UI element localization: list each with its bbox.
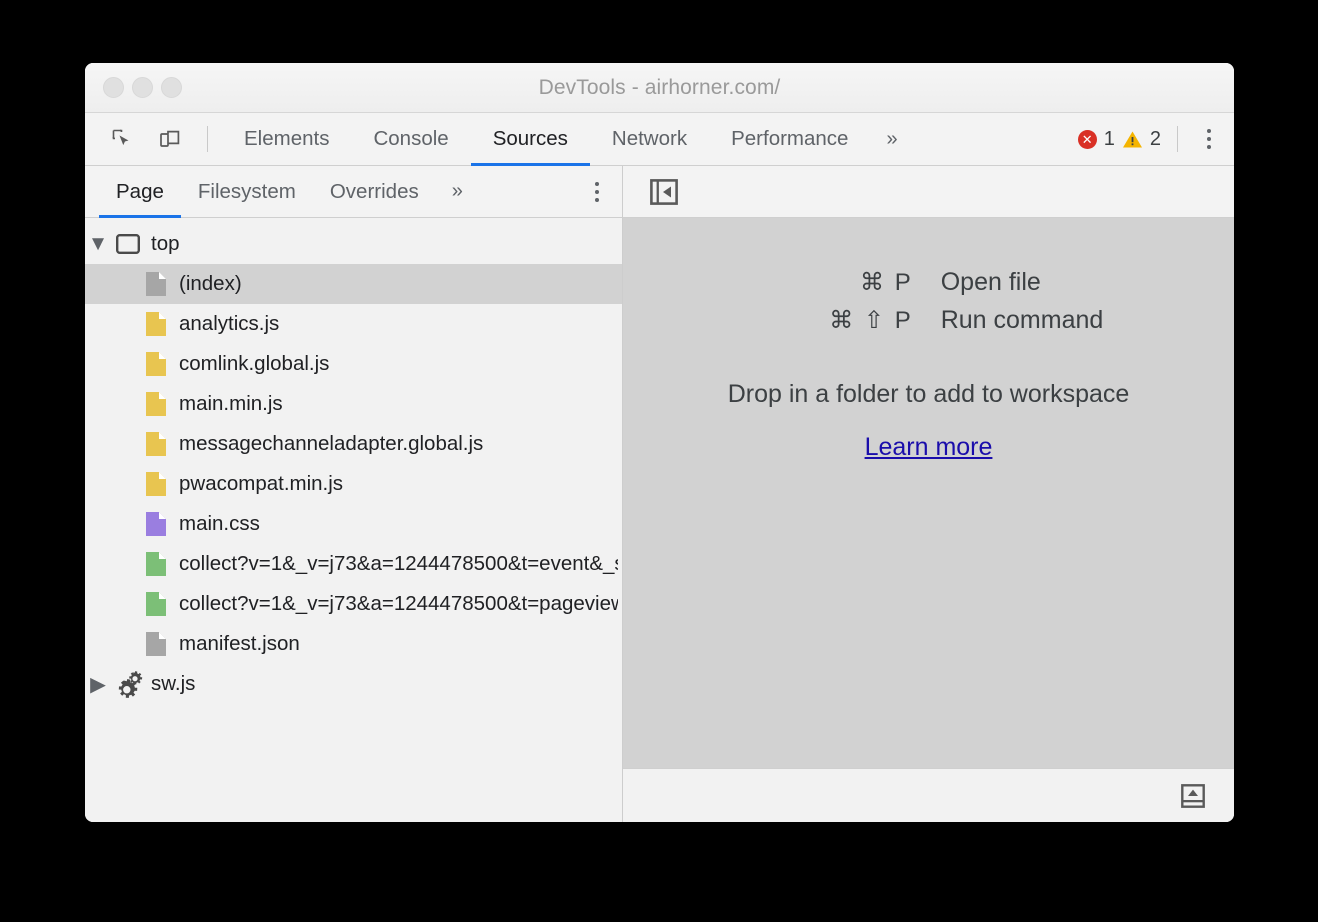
panel-body: Page Filesystem Overrides » ▼ top <box>85 166 1234 822</box>
tree-item-manifest-json[interactable]: manifest.json <box>85 624 622 664</box>
issue-counters[interactable]: ✕ 1 2 <box>1078 128 1161 151</box>
more-tabs-icon[interactable]: » <box>870 128 913 151</box>
tree-item-label: main.min.js <box>173 392 283 416</box>
xhr-green-icon <box>139 551 173 577</box>
editor-placeholder: ⌘ P Open file ⌘ ⇧ P Run command Drop in … <box>623 218 1234 768</box>
script-yellow-icon <box>139 351 173 377</box>
xhr-green-icon <box>139 591 173 617</box>
tab-elements[interactable]: Elements <box>222 113 351 166</box>
close-button[interactable] <box>103 77 124 98</box>
workspace-drop-hint: Drop in a folder to add to workspace <box>728 380 1130 409</box>
toolbar-divider-right <box>1177 126 1178 152</box>
script-yellow-icon <box>139 311 173 337</box>
toolbar-divider <box>207 126 208 152</box>
chevron-down-icon[interactable]: ▼ <box>85 232 111 256</box>
navigator-menu-icon[interactable] <box>580 172 614 212</box>
editor-toolbar <box>623 166 1234 218</box>
subtab-page[interactable]: Page <box>99 166 181 218</box>
tree-item-label: pwacompat.min.js <box>173 472 343 496</box>
editor-panel: ⌘ P Open file ⌘ ⇧ P Run command Drop in … <box>623 166 1234 822</box>
devtools-window: DevTools - airhorner.com/ Elements Conso… <box>85 63 1234 822</box>
tree-item-label: comlink.global.js <box>173 352 329 376</box>
stylesheet-purple-icon <box>139 511 173 537</box>
device-toolbar-icon[interactable] <box>151 120 189 158</box>
tree-item-label: analytics.js <box>173 312 279 336</box>
tab-network[interactable]: Network <box>590 113 709 166</box>
window-title: DevTools - airhorner.com/ <box>85 76 1234 100</box>
tree-item-collect-pageview[interactable]: collect?v=1&_v=j73&a=1244478500&t=pagevi… <box>85 584 622 624</box>
tab-console[interactable]: Console <box>351 113 470 166</box>
tree-item-label: collect?v=1&_v=j73&a=1244478500&t=event&… <box>173 552 618 576</box>
script-yellow-icon <box>139 431 173 457</box>
window-titlebar: DevTools - airhorner.com/ <box>85 63 1234 113</box>
shortcut-open-file: ⌘ P Open file <box>623 268 1234 297</box>
error-icon: ✕ <box>1078 130 1097 149</box>
tree-item-top[interactable]: ▼ top <box>85 224 622 264</box>
tree-item-label: sw.js <box>145 672 195 696</box>
minimize-button[interactable] <box>132 77 153 98</box>
tree-item-label: (index) <box>173 272 242 296</box>
chevron-right-icon[interactable]: ▶ <box>85 672 111 697</box>
document-gray-icon <box>139 271 173 297</box>
navigator-tabbar: Page Filesystem Overrides » <box>85 166 622 218</box>
script-yellow-icon <box>139 471 173 497</box>
tree-item-analytics-js[interactable]: analytics.js <box>85 304 622 344</box>
tree-item-label: collect?v=1&_v=j73&a=1244478500&t=pagevi… <box>173 592 618 616</box>
tree-item-label: messagechanneladapter.global.js <box>173 432 483 456</box>
traffic-lights <box>103 77 182 98</box>
more-navigator-tabs-icon[interactable]: » <box>436 180 479 203</box>
warning-icon <box>1122 130 1143 149</box>
learn-more-link[interactable]: Learn more <box>865 433 993 462</box>
tree-item-pwacompat-min-js[interactable]: pwacompat.min.js <box>85 464 622 504</box>
service-worker-icon <box>111 670 145 698</box>
error-count: 1 <box>1104 128 1115 151</box>
tab-performance[interactable]: Performance <box>709 113 870 166</box>
shortcut-run-command: ⌘ ⇧ P Run command <box>623 306 1234 335</box>
maximize-button[interactable] <box>161 77 182 98</box>
tree-item-label: main.css <box>173 512 260 536</box>
shortcut-keys: ⌘ ⇧ P <box>623 306 941 335</box>
warning-count: 2 <box>1150 128 1161 151</box>
main-menu-icon[interactable] <box>1192 119 1226 159</box>
tree-item-label: manifest.json <box>173 632 300 656</box>
tree-item-label: top <box>145 232 180 256</box>
shortcut-action: Open file <box>941 268 1234 297</box>
tree-item-index[interactable]: (index) <box>85 264 622 304</box>
show-drawer-icon[interactable] <box>1174 777 1212 815</box>
navigator-panel: Page Filesystem Overrides » ▼ top <box>85 166 623 822</box>
document-gray-icon <box>139 631 173 657</box>
show-navigator-icon[interactable] <box>645 173 683 211</box>
script-yellow-icon <box>139 391 173 417</box>
frame-icon <box>111 234 145 254</box>
tab-sources[interactable]: Sources <box>471 113 590 166</box>
editor-statusbar <box>623 768 1234 822</box>
shortcut-keys: ⌘ P <box>623 268 941 297</box>
tree-item-main-min-js[interactable]: main.min.js <box>85 384 622 424</box>
tree-item-comlink-global-js[interactable]: comlink.global.js <box>85 344 622 384</box>
tree-item-sw-js[interactable]: ▶ sw.js <box>85 664 622 704</box>
main-toolbar: Elements Console Sources Network Perform… <box>85 113 1234 166</box>
file-tree: ▼ top <box>85 218 622 822</box>
shortcut-action: Run command <box>941 306 1234 335</box>
subtab-overrides[interactable]: Overrides <box>313 166 436 218</box>
tree-item-main-css[interactable]: main.css <box>85 504 622 544</box>
tree-item-collect-event[interactable]: collect?v=1&_v=j73&a=1244478500&t=event&… <box>85 544 622 584</box>
inspect-element-icon[interactable] <box>103 120 141 158</box>
subtab-filesystem[interactable]: Filesystem <box>181 166 313 218</box>
tree-item-messagechanneladapter-global-js[interactable]: messagechanneladapter.global.js <box>85 424 622 464</box>
